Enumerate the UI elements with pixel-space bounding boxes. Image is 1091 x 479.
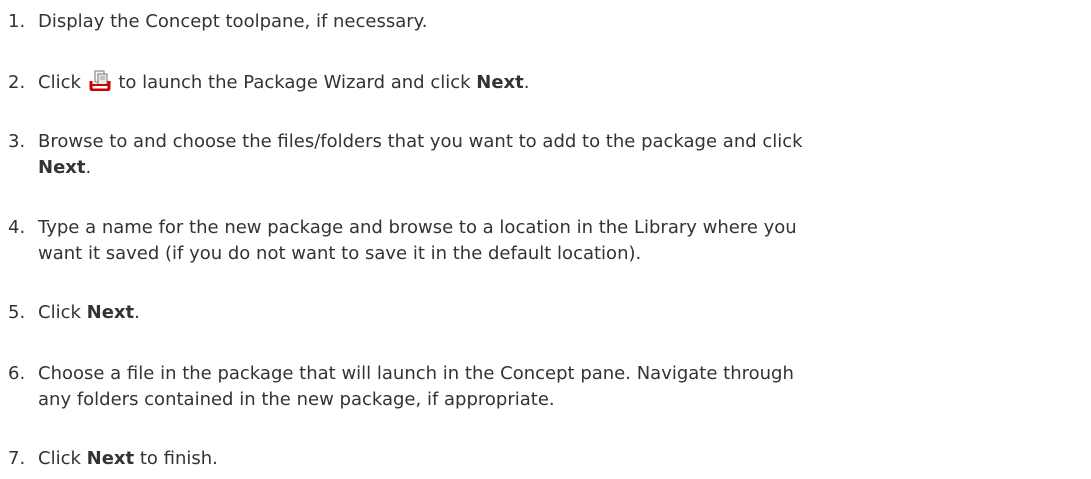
next-label: Next bbox=[86, 448, 135, 469]
step-text-post: . bbox=[134, 302, 140, 323]
step-text-line2: want it saved (if you do not want to sav… bbox=[38, 243, 642, 264]
step-number: 7. bbox=[8, 448, 26, 469]
package-wizard-icon[interactable] bbox=[89, 69, 111, 92]
step-number: 3. bbox=[8, 131, 26, 152]
step-text-line1: Choose a file in the package that will l… bbox=[38, 363, 794, 384]
step-number: 1. bbox=[8, 11, 26, 32]
next-label: Next bbox=[38, 157, 86, 178]
step-5: 5. Click Next. bbox=[8, 300, 1083, 326]
step-number: 6. bbox=[8, 363, 26, 384]
step-text-line1: Browse to and choose the files/folders t… bbox=[38, 131, 803, 152]
step-text-line1: Type a name for the new package and brow… bbox=[38, 217, 797, 238]
step-7: 7. Click Next to finish. bbox=[8, 446, 1083, 472]
step-text-pre: Click bbox=[38, 72, 81, 93]
step-text-post: to finish. bbox=[139, 448, 218, 469]
step-4: 4. Type a name for the new package and br… bbox=[8, 215, 1083, 267]
step-number: 4. bbox=[8, 217, 26, 238]
step-text-post: . bbox=[523, 72, 530, 93]
step-3: 3. Browse to and choose the files/folders… bbox=[8, 129, 1083, 181]
step-number: 5. bbox=[8, 302, 26, 323]
step-text: Display the Concept toolpane, if necessa… bbox=[38, 11, 428, 32]
step-text-line2: any folders contained in the new package… bbox=[38, 389, 555, 410]
step-continuation: Next. bbox=[8, 155, 1083, 181]
step-1: 1. Display the Concept toolpane, if neces… bbox=[8, 9, 1083, 35]
step-2: 2. Click to launch the Package Wizard and… bbox=[8, 69, 1083, 96]
step-6: 6. Choose a file in the package that will… bbox=[8, 361, 1083, 413]
step-text-post: . bbox=[85, 157, 92, 178]
step-number: 2. bbox=[8, 72, 26, 93]
step-text-pre: Click bbox=[38, 448, 81, 469]
step-text-pre: Click bbox=[38, 302, 81, 323]
next-label: Next bbox=[476, 72, 524, 93]
next-label: Next bbox=[86, 302, 135, 323]
instruction-steps: 1. Display the Concept toolpane, if neces… bbox=[0, 0, 1091, 479]
step-text-mid: to launch the Package Wizard and click bbox=[118, 72, 471, 93]
